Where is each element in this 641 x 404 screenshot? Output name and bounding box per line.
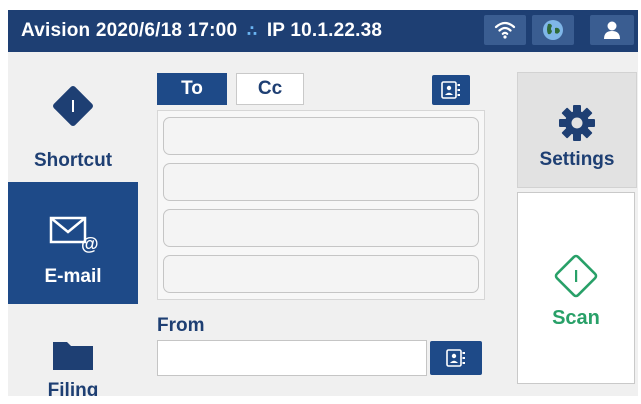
svg-text:@: @ (81, 234, 99, 254)
settings-button[interactable]: Settings (517, 72, 637, 188)
recipient-list (157, 110, 485, 300)
brand-name: Avision (21, 20, 91, 41)
nav-filing[interactable]: Filing (8, 304, 138, 396)
nav-shortcut[interactable]: Shortcut (8, 52, 138, 182)
nav-email[interactable]: @ E-mail (8, 182, 138, 304)
globe-icon (543, 20, 563, 40)
email-screen: Avision 2020/6/18 17:00 ∴ IP 10.1.22.38 (8, 10, 638, 396)
user-icon (604, 21, 620, 39)
from-address-book-button[interactable] (430, 341, 482, 375)
nav-shortcut-label: Shortcut (33, 150, 113, 171)
nav-filing-label: Filing (47, 380, 99, 396)
recipient-field-3[interactable] (163, 209, 479, 247)
address-book-icon (446, 349, 465, 367)
recipient-field-4[interactable] (163, 255, 479, 293)
tab-cc[interactable]: Cc (236, 73, 304, 105)
email-icon: @ (49, 216, 99, 254)
status-text: Avision 2020/6/18 17:00 ∴ IP 10.1.22.38 (21, 20, 382, 42)
wifi-icon (494, 21, 516, 39)
address-book-icon (441, 81, 460, 99)
from-input[interactable] (157, 340, 427, 376)
scan-diamond-icon (554, 254, 598, 298)
from-label: From (157, 315, 205, 336)
network-icon: ∴ (246, 23, 258, 40)
recipient-field-2[interactable] (163, 163, 479, 201)
nav-email-label: E-mail (44, 266, 102, 287)
address-book-button[interactable] (432, 75, 470, 105)
user-button[interactable] (590, 15, 634, 45)
tab-to[interactable]: To (157, 73, 227, 105)
language-button[interactable] (532, 15, 574, 45)
wifi-button[interactable] (484, 15, 526, 45)
settings-label: Settings (539, 149, 615, 170)
gear-icon (559, 105, 595, 141)
recipient-field-1[interactable] (163, 117, 479, 155)
scan-button[interactable]: Scan (517, 192, 635, 384)
scan-label: Scan (552, 307, 600, 329)
folder-icon (53, 342, 93, 370)
shortcut-diamond-icon (53, 86, 93, 126)
datetime: 2020/6/18 17:00 (95, 20, 238, 41)
status-bar: Avision 2020/6/18 17:00 ∴ IP 10.1.22.38 (8, 10, 638, 52)
ip-address: IP 10.1.22.38 (266, 20, 383, 41)
